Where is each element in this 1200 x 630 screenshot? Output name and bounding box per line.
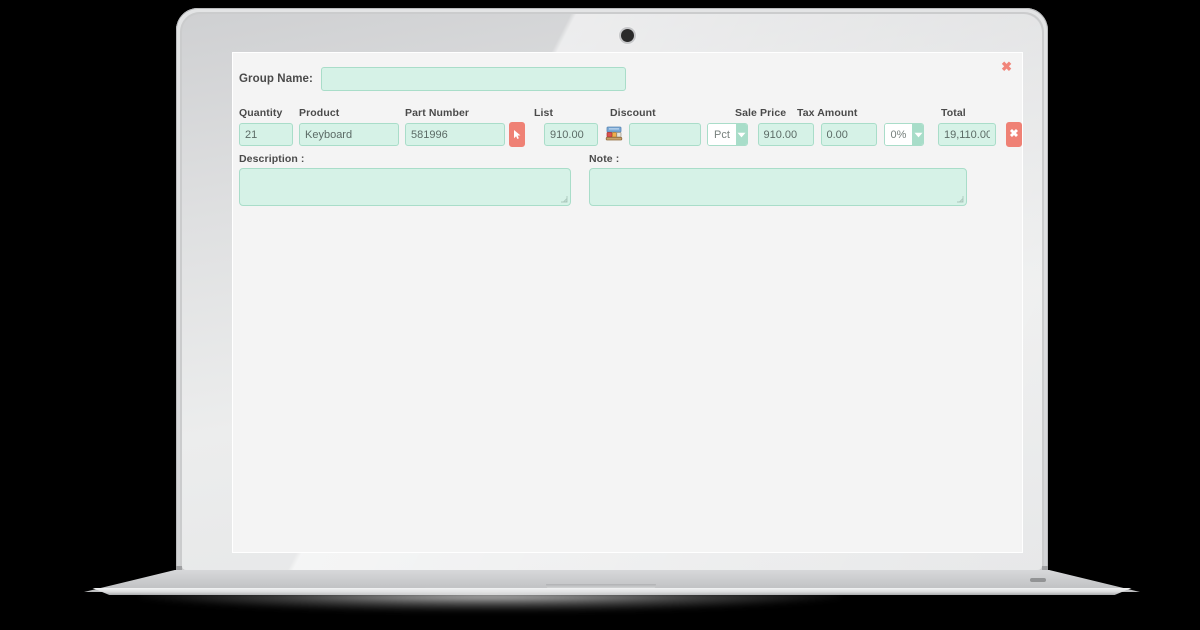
description-textarea[interactable] xyxy=(239,168,571,206)
description-wrap xyxy=(239,168,571,206)
laptop-screen: ✖ Group Name: Quantity Product Part Numb… xyxy=(233,53,1022,552)
line-item-row: Pct 0% ✖ xyxy=(239,122,1022,147)
tax-rate-select[interactable]: 0% xyxy=(883,123,924,146)
total-input[interactable] xyxy=(937,123,996,146)
chevron-down-icon[interactable] xyxy=(735,124,747,145)
description-label: Description : xyxy=(239,153,305,165)
description-group: Description : xyxy=(239,153,571,206)
discount-type-select[interactable]: Pct xyxy=(707,123,748,146)
discount-type-value: Pct xyxy=(708,124,736,145)
notes-row: Description : Note : xyxy=(233,153,1022,206)
app-window: ✖ Group Name: Quantity Product Part Numb… xyxy=(233,53,1022,552)
delete-row-button[interactable]: ✖ xyxy=(1005,122,1022,147)
product-picker-button[interactable] xyxy=(509,122,526,147)
camera-icon xyxy=(621,29,634,42)
note-wrap xyxy=(589,168,967,206)
list-input[interactable] xyxy=(544,123,599,146)
note-group: Note : xyxy=(589,153,967,206)
label-total: Total xyxy=(941,107,966,119)
column-headers: Quantity Product Part Number List Discou… xyxy=(239,105,1022,119)
cursor-pointer-icon xyxy=(513,130,520,139)
label-discount: Discount xyxy=(610,107,656,119)
group-name-input[interactable] xyxy=(320,67,626,91)
label-tax-amount: Tax Amount xyxy=(797,107,858,119)
chevron-down-icon[interactable] xyxy=(912,124,923,145)
tax-amount-input[interactable] xyxy=(820,123,877,146)
label-quantity: Quantity xyxy=(239,107,283,119)
product-input[interactable] xyxy=(299,123,399,146)
laptop-mockup: ✖ Group Name: Quantity Product Part Numb… xyxy=(0,0,1200,630)
laptop-base-foot xyxy=(1030,578,1046,582)
tax-rate-value: 0% xyxy=(884,124,913,145)
note-textarea[interactable] xyxy=(589,168,967,206)
quantity-input[interactable] xyxy=(239,123,293,146)
label-product: Product xyxy=(299,107,340,119)
close-icon[interactable]: ✖ xyxy=(1001,60,1012,73)
group-name-label: Group Name: xyxy=(239,73,313,85)
part-number-input[interactable] xyxy=(405,123,505,146)
books-stack-icon[interactable] xyxy=(605,124,623,145)
note-label: Note : xyxy=(589,153,620,165)
discount-input[interactable] xyxy=(629,123,702,146)
group-name-row: Group Name: xyxy=(233,53,1022,91)
label-list: List xyxy=(534,107,554,119)
label-part-number: Part Number xyxy=(405,107,470,119)
line-item-fields: Quantity Product Part Number List Discou… xyxy=(233,105,1022,147)
laptop-shadow xyxy=(140,593,840,611)
label-sale-price: Sale Price xyxy=(735,107,787,119)
sale-price-input[interactable] xyxy=(757,123,814,146)
